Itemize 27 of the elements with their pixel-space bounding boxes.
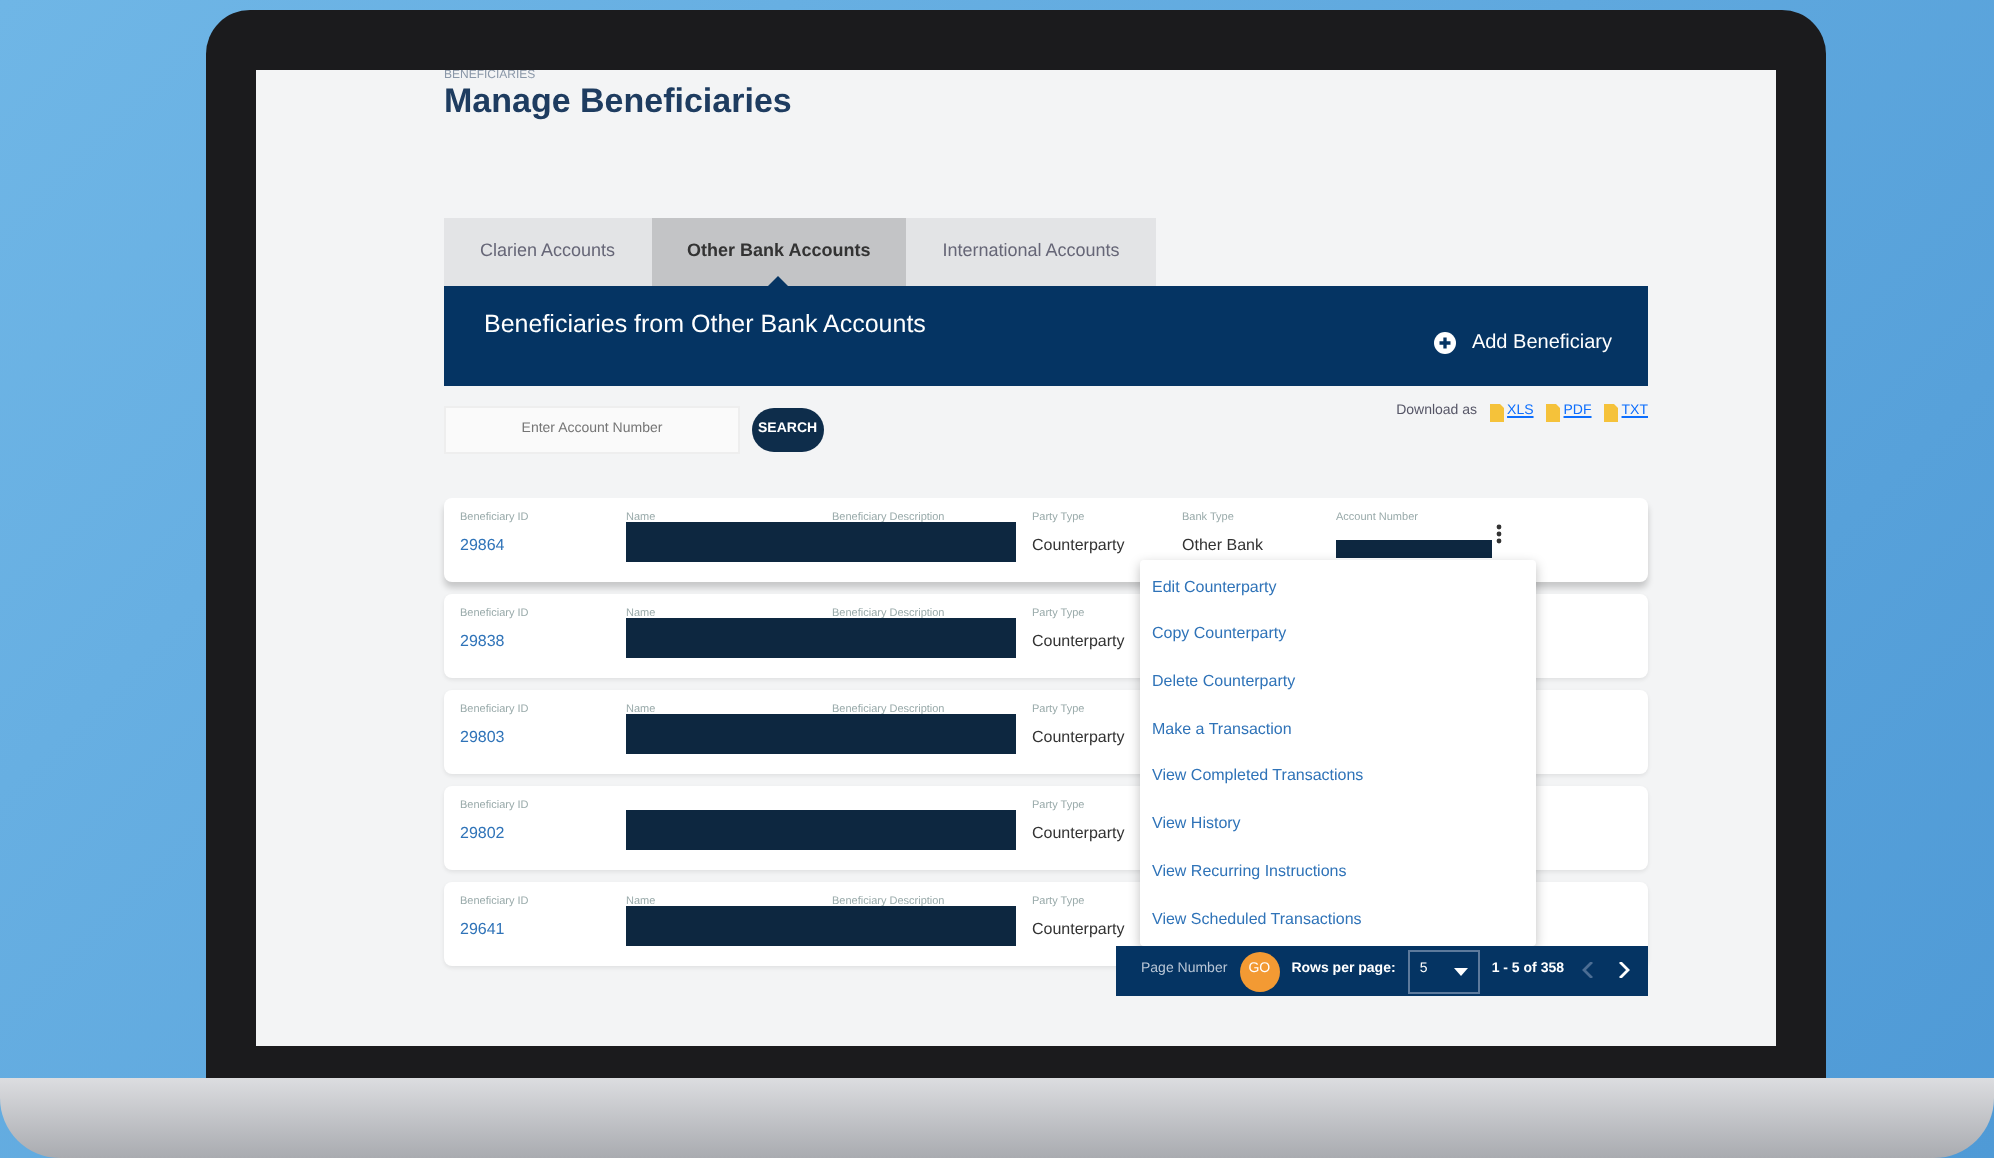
tab[interactable]: International Accounts — [906, 218, 1156, 286]
file-icon — [1545, 403, 1560, 422]
beneficiary-id[interactable]: 29641 — [460, 917, 505, 954]
beneficiary-id[interactable]: 29838 — [460, 629, 505, 666]
chevron-right-icon[interactable] — [1618, 962, 1630, 979]
beneficiary-id[interactable]: 29803 — [460, 725, 505, 762]
kebab-menu-icon[interactable] — [1496, 523, 1502, 544]
file-icon — [1603, 403, 1618, 422]
menu-item[interactable]: View Scheduled Transactions — [1140, 895, 1536, 943]
plus-circle-icon — [1433, 332, 1456, 355]
menu-item[interactable]: Copy Counterparty — [1140, 611, 1536, 659]
add-beneficiary-button[interactable]: Add Beneficiary — [1421, 326, 1624, 361]
beneficiary-id[interactable]: 29864 — [460, 533, 505, 570]
tab[interactable]: Clarien Accounts — [444, 218, 652, 286]
tab[interactable]: Other Bank Accounts — [651, 218, 907, 286]
menu-item[interactable]: View History — [1140, 800, 1536, 849]
file-icon — [1489, 403, 1504, 422]
party-type: Counterparty — [1032, 629, 1125, 654]
panel-title: Beneficiaries from Other Bank Accounts — [484, 307, 926, 342]
party-type: Counterparty — [1032, 821, 1125, 846]
menu-item[interactable]: Make a Transaction — [1140, 705, 1536, 754]
party-type: Counterparty — [1032, 725, 1125, 750]
party-type: Counterparty — [1032, 533, 1125, 558]
page-title: Manage Beneficiaries — [444, 82, 794, 123]
party-type: Counterparty — [1032, 917, 1125, 942]
bank-type: Other Bank — [1182, 533, 1263, 558]
beneficiary-id[interactable]: 29802 — [460, 821, 505, 858]
